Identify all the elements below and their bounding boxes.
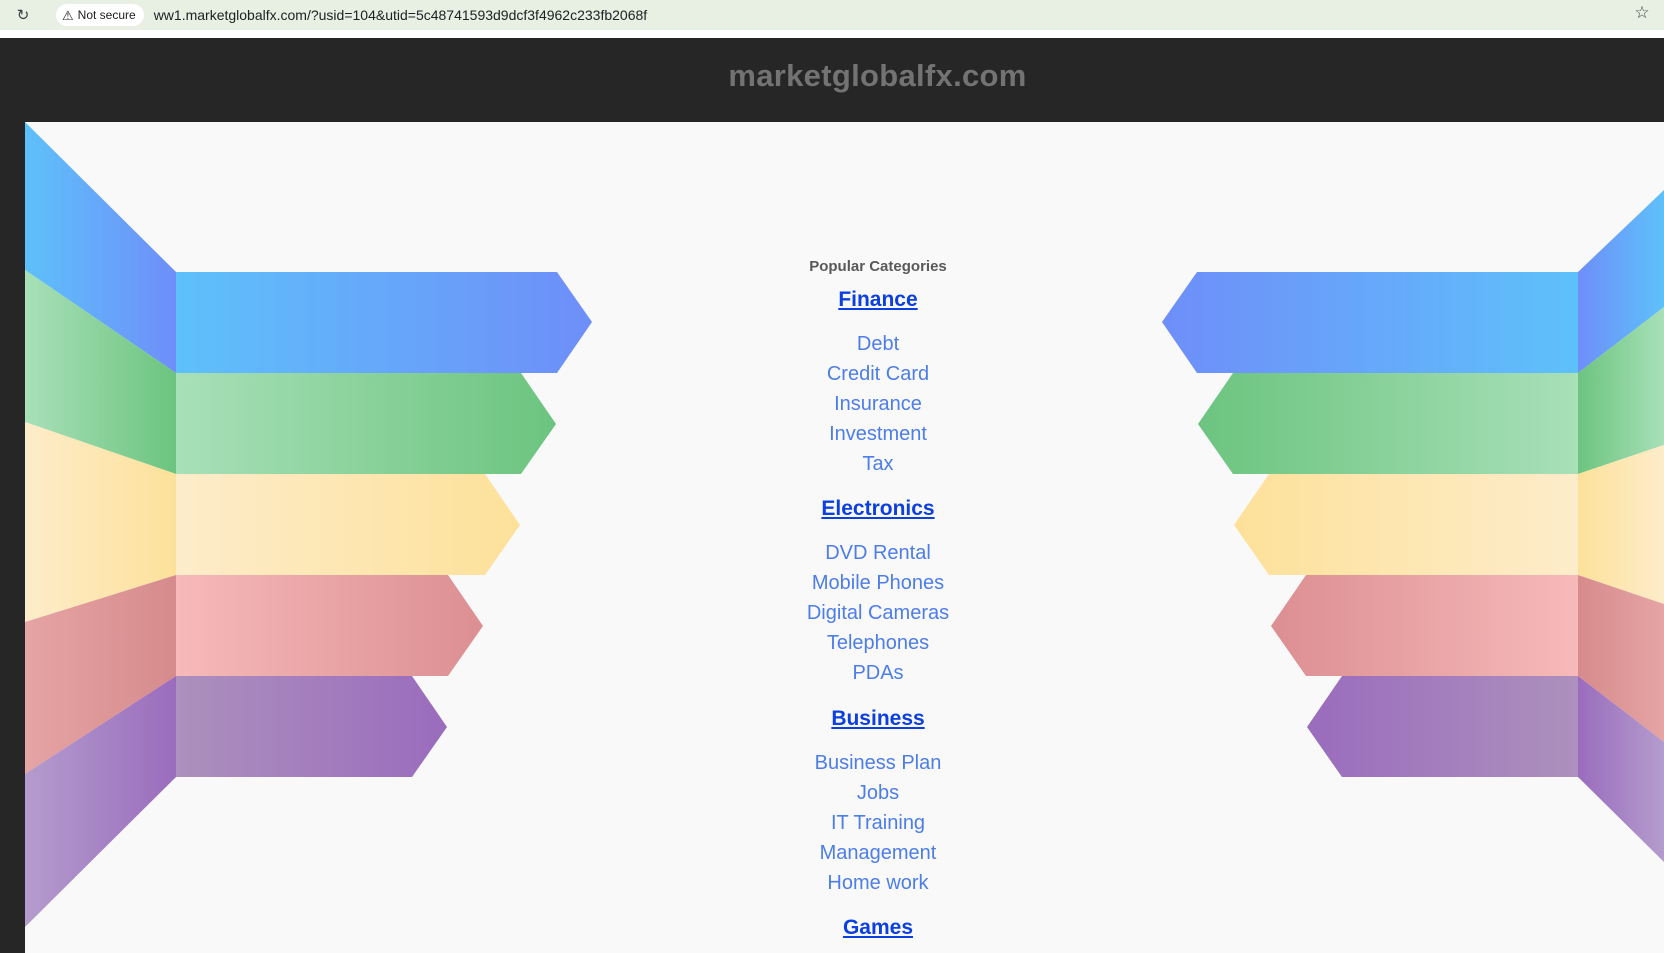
category-link-telephones[interactable]: Telephones [827, 632, 929, 654]
category-heading-link[interactable]: Business [831, 707, 924, 730]
category-link-pdas[interactable]: PDAs [852, 662, 903, 684]
category-heading-electronics: Electronics [25, 497, 1664, 521]
category-heading-business: Business [25, 707, 1664, 731]
category-link-jobs[interactable]: Jobs [857, 782, 899, 804]
category-heading-link[interactable]: Electronics [821, 497, 934, 520]
category-link-business-plan[interactable]: Business Plan [815, 752, 942, 774]
category-link-item: Debt [25, 333, 1664, 356]
left-fan [25, 122, 176, 927]
chrome-divider [0, 30, 1664, 38]
security-label: Not secure [77, 8, 136, 22]
category-link-item: Tax [25, 453, 1664, 476]
category-link-item: Investment [25, 423, 1664, 446]
popular-categories-title: Popular Categories [809, 258, 947, 275]
category-link-item: Credit Card [25, 363, 1664, 386]
category-link-item: Digital Cameras [25, 602, 1664, 625]
omnibox[interactable]: ⚠ Not secure ww1.marketglobalfx.com/?usi… [52, 2, 1662, 28]
category-link-tax[interactable]: Tax [862, 453, 893, 475]
site-name: marketglobalfx.com [728, 58, 1027, 93]
category-link-insurance[interactable]: Insurance [834, 393, 922, 415]
category-link-item: Telephones [25, 632, 1664, 655]
category-link-mobile-phones[interactable]: Mobile Phones [812, 572, 944, 594]
category-link-item: Management [25, 842, 1664, 865]
page-header: marketglobalfx.com [0, 38, 1664, 122]
category-link-investment[interactable]: Investment [829, 423, 927, 445]
category-link-item: PDAs [25, 662, 1664, 685]
category-link-item: Mobile Phones [25, 572, 1664, 595]
category-link-it-training[interactable]: IT Training [831, 812, 925, 834]
category-link-item: Business Plan [25, 752, 1664, 775]
content-area: Popular Categories Finance Debt Credit Car… [25, 122, 1664, 953]
category-link-item: IT Training [25, 812, 1664, 835]
category-link-management[interactable]: Management [820, 842, 937, 864]
category-link-credit-card[interactable]: Credit Card [827, 363, 929, 385]
address-bar: ↻ ⚠ Not secure ww1.marketglobalfx.com/?u… [0, 0, 1664, 30]
url-text[interactable]: ww1.marketglobalfx.com/?usid=104&utid=5c… [154, 7, 647, 23]
security-chip[interactable]: ⚠ Not secure [56, 4, 144, 26]
star-icon[interactable]: ☆ [1632, 3, 1652, 23]
category-link-item: Insurance [25, 393, 1664, 416]
category-link-home-work[interactable]: Home work [827, 872, 928, 894]
category-link-item: Jobs [25, 782, 1664, 805]
category-link-item: DVD Rental [25, 542, 1664, 565]
category-heading-link[interactable]: Games [843, 916, 913, 939]
category-heading-games: Games [25, 916, 1664, 940]
category-link-debt[interactable]: Debt [857, 333, 899, 355]
category-link-dvd-rental[interactable]: DVD Rental [825, 542, 931, 564]
category-heading-finance: Finance [25, 288, 1664, 312]
reload-icon[interactable]: ↻ [12, 4, 34, 26]
category-heading-link[interactable]: Finance [838, 288, 917, 311]
warning-triangle-icon: ⚠ [62, 7, 74, 23]
category-link-digital-cameras[interactable]: Digital Cameras [807, 602, 949, 624]
left-dark-strip [0, 122, 25, 953]
category-link-item: Home work [25, 872, 1664, 895]
